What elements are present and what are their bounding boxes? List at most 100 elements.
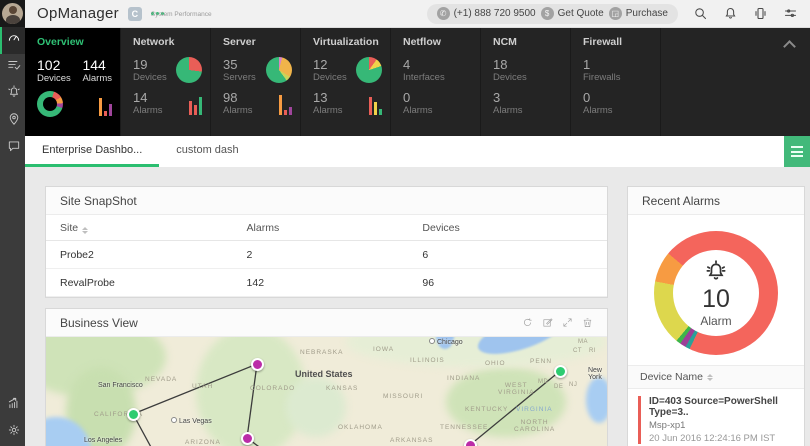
table-cell: Probe2	[60, 248, 94, 261]
table-row[interactable]: RevalProbe 142 96	[46, 269, 607, 297]
tab-pie-chart	[356, 57, 382, 83]
alarm-donut-chart[interactable]: 10 Alarm	[654, 231, 778, 355]
sidebar-item-chat[interactable]	[0, 135, 25, 162]
tab-row: 1 Firewalls	[583, 57, 652, 83]
stat-label: Devices	[37, 73, 71, 84]
site-snapshot-header: Site SnapShot	[46, 187, 607, 215]
tab-row: 19 Devices	[133, 57, 202, 83]
alarm-list-header[interactable]: Device Name	[628, 365, 804, 389]
phone-link[interactable]: ✆ (+1) 888 720 9500	[436, 7, 536, 20]
stat-value: 1	[583, 57, 591, 72]
map-device-marker[interactable]	[126, 407, 140, 421]
tab-label: Netflow	[403, 36, 441, 48]
tab-virtualization[interactable]: Virtualization 12 Devices 13 Alarms	[301, 28, 391, 136]
sidebar-item-alarms[interactable]	[0, 81, 25, 108]
subtab-custom-dash[interactable]: custom dash	[159, 136, 255, 167]
refresh-icon[interactable]	[522, 317, 533, 328]
tab-row	[37, 91, 112, 117]
alarm-count: 10	[702, 284, 730, 313]
tab-server[interactable]: Server 35 Servers 98 Alarms	[211, 28, 301, 136]
tab-row: 4 Interfaces	[403, 57, 472, 83]
tab-stat: 4 Interfaces	[403, 57, 445, 83]
overview-bar-chart	[99, 92, 112, 116]
map-device-marker[interactable]	[553, 364, 567, 378]
tab-row: 13 Alarms	[313, 90, 382, 116]
tab-stat: 18 Devices	[493, 57, 527, 83]
trend-chart-icon	[7, 396, 21, 415]
tab-ncm[interactable]: NCM 18 Devices 3 Alarms	[481, 28, 571, 136]
recent-alarms-title: Recent Alarms	[642, 193, 721, 208]
map-state-label: INDIANA	[447, 375, 481, 382]
user-avatar[interactable]	[0, 0, 25, 27]
table-cell: 6	[422, 248, 429, 261]
alarm-device: Msp-xp1	[649, 420, 686, 431]
tab-stat: 102 Devices	[37, 57, 71, 84]
stat-value: 98	[223, 90, 238, 105]
tab-row: 0 Alarms	[403, 90, 472, 116]
business-view-map[interactable]: NEVADA UTAH CALIFORNIA COLORADO NEBRASKA KANS…	[46, 337, 607, 446]
bell-icon	[706, 259, 726, 280]
tab-stat: 19 Devices	[133, 57, 167, 83]
notification-bell-icon[interactable]	[723, 6, 738, 21]
table-row[interactable]: Probe2 2 6	[46, 241, 607, 269]
contact-pill: ✆ (+1) 888 720 9500 $ Get Quote ◲ Purchase	[426, 3, 678, 24]
alarm-list: ID=403 Source=PowerShell Type=3.. Msp-xp1…	[628, 389, 804, 446]
business-view-panel: Business View NEVADA UTAH CALIFORNIA COL…	[45, 308, 608, 446]
sidebar-item-dashboard[interactable]	[0, 27, 25, 54]
tab-bar-chart	[369, 91, 382, 115]
business-view-title: Business View	[60, 315, 138, 330]
stat-value: 3	[493, 90, 501, 105]
search-icon[interactable]	[693, 6, 708, 21]
map-device-marker[interactable]	[250, 357, 264, 371]
tab-row: 0 Alarms	[583, 90, 652, 116]
stat-label: Alarms	[493, 105, 523, 116]
get-quote-link[interactable]: $ Get Quote	[540, 7, 604, 20]
table-cell: RevalProbe	[60, 276, 115, 289]
stat-label: Servers	[223, 72, 256, 83]
stat-label: Devices	[313, 72, 347, 83]
tab-firewall[interactable]: Firewall 1 Firewalls 0 Alarms	[571, 28, 661, 136]
mobile-app-icon[interactable]	[753, 6, 768, 21]
stat-value: 19	[133, 57, 148, 72]
map-state-label: DE	[554, 384, 564, 390]
brand-logo: OpManager	[37, 5, 119, 22]
map-state-label: VIRGINIA	[516, 406, 553, 413]
tab-network[interactable]: Network 19 Devices 14 Alarms	[121, 28, 211, 136]
map-device-marker[interactable]	[240, 431, 254, 445]
stat-value: 13	[313, 90, 328, 105]
column-header-devices[interactable]: Devices	[422, 222, 593, 234]
gauge-icon	[7, 31, 21, 50]
column-header-site[interactable]: Site	[60, 222, 247, 234]
purchase-link[interactable]: ◲ Purchase	[608, 7, 668, 20]
left-column: Site SnapShot Site Alarms Devices Probe2 2 6…	[45, 186, 608, 446]
collapse-chevron-up-icon[interactable]	[785, 40, 794, 49]
dashboard-menu-button[interactable]	[784, 136, 810, 167]
expand-icon[interactable]	[562, 317, 573, 328]
tab-netflow[interactable]: Netflow 4 Interfaces 0 Alarms	[391, 28, 481, 136]
tab-overview[interactable]: Overview 102 Devices 144 Alarms	[25, 28, 121, 136]
edit-icon[interactable]	[542, 317, 553, 328]
sidebar-item-settings[interactable]	[0, 419, 25, 446]
settings-sliders-icon[interactable]	[783, 6, 798, 21]
site-snapshot-panel: Site SnapShot Site Alarms Devices Probe2 2 6…	[45, 186, 608, 298]
map-state-label: MD	[538, 379, 549, 385]
sidebar-item-reports[interactable]	[0, 392, 25, 419]
c-badge: C	[127, 6, 142, 21]
tab-bar-chart	[189, 91, 202, 115]
sidebar-item-maps[interactable]	[0, 108, 25, 135]
tab-label: Server	[223, 36, 256, 48]
column-header-alarms[interactable]: Alarms	[247, 222, 423, 234]
subtab-enterprise-dashbo-[interactable]: Enterprise Dashbo...	[25, 136, 160, 167]
map-city-label: Chicago	[429, 338, 463, 346]
tab-stat: 0 Alarms	[583, 90, 613, 116]
stat-label: Alarms	[82, 73, 112, 84]
stat-value: 144	[82, 57, 106, 73]
map-device-marker[interactable]	[463, 438, 477, 446]
stat-label: Alarms	[583, 105, 613, 116]
alarm-list-item[interactable]: ID=403 Source=PowerShell Type=3.. Msp-xp1…	[638, 396, 794, 444]
tab-row: 12 Devices	[313, 57, 382, 83]
tab-stat: 3 Alarms	[493, 90, 523, 116]
delete-icon[interactable]	[582, 317, 593, 328]
sidebar-item-inventory[interactable]	[0, 54, 25, 81]
